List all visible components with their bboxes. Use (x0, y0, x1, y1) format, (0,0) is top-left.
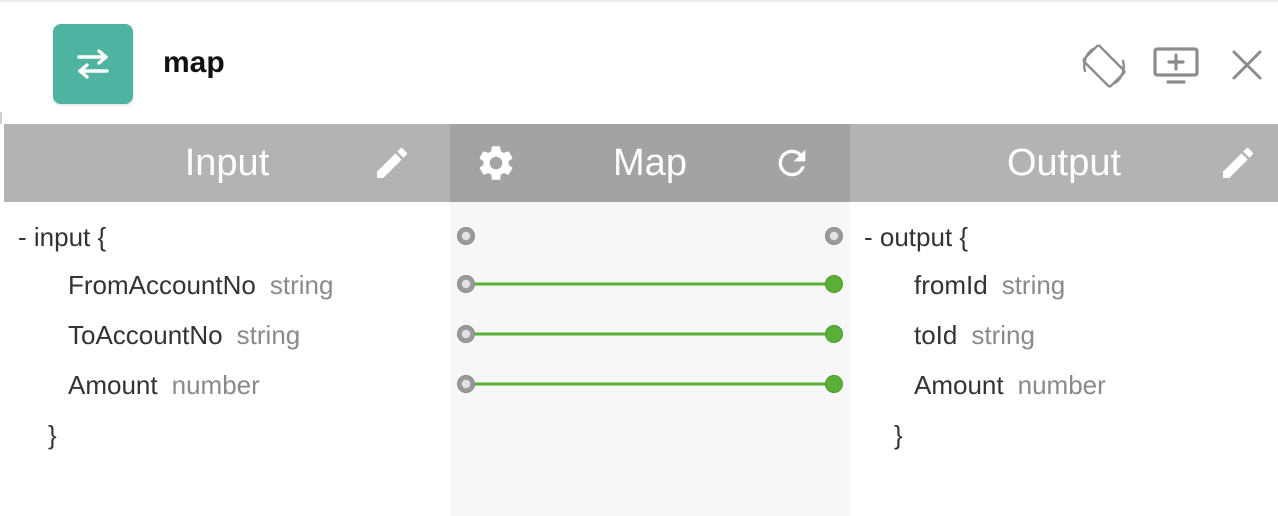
output-field-type: string (1001, 270, 1066, 300)
input-schema-panel: - input { FromAccountNo string ToAccountN… (4, 202, 450, 516)
output-root-open[interactable]: - output { (864, 222, 968, 253)
output-field-row[interactable]: Amount number (914, 370, 1106, 401)
output-field-type: string (971, 320, 1035, 350)
map-column-header: Map (450, 124, 850, 202)
output-column-title: Output (1006, 141, 1122, 184)
input-field-row[interactable]: ToAccountNo string (68, 320, 300, 351)
input-field-name: FromAccountNo (68, 270, 256, 300)
rotate-view-button[interactable] (1078, 40, 1130, 92)
resize-edge (0, 112, 2, 124)
refresh-icon (778, 149, 806, 177)
edit-input-button[interactable] (370, 141, 414, 185)
output-field-name: Amount (914, 370, 1004, 400)
add-screen-button[interactable] (1150, 40, 1202, 92)
input-column-title: Input (184, 141, 270, 184)
input-field-row[interactable]: FromAccountNo string (68, 270, 333, 301)
header-bar: map (0, 2, 1278, 124)
refresh-mapping-button[interactable] (770, 141, 814, 185)
input-field-row[interactable]: Amount number (68, 370, 260, 401)
close-icon (1232, 50, 1262, 80)
mapping-canvas (450, 202, 850, 516)
input-field-type: number (171, 370, 260, 400)
output-schema-panel: - output { fromId string toId string Amoun… (850, 202, 1278, 516)
input-port-center (461, 379, 471, 389)
input-field-name: ToAccountNo (68, 320, 223, 350)
mapping-connections (457, 227, 843, 393)
pencil-icon (1223, 147, 1254, 178)
swap-arrows-icon (53, 24, 133, 104)
output-port[interactable] (825, 375, 843, 393)
output-field-type: number (1017, 370, 1106, 400)
output-root-close: } (894, 420, 903, 450)
gear-icon (479, 146, 513, 180)
input-port-center (461, 329, 471, 339)
output-port[interactable] (825, 325, 843, 343)
input-root-port-center (461, 231, 471, 241)
input-root-open[interactable]: - input { (18, 222, 106, 253)
output-root-port-center (829, 231, 839, 241)
pencil-icon (377, 147, 408, 178)
output-column-header: Output (850, 124, 1278, 202)
map-editor-window: map Input Map Output - input {FromAccou… (0, 0, 1278, 516)
add-screen-icon (1153, 47, 1199, 84)
output-field-name: fromId (914, 270, 988, 300)
map-column-title: Map (613, 141, 687, 184)
output-port[interactable] (825, 275, 843, 293)
screen-rotate-icon (1082, 44, 1126, 88)
close-button[interactable] (1224, 42, 1270, 88)
page-title: map (163, 46, 225, 79)
edit-output-button[interactable] (1216, 141, 1260, 185)
input-field-type: string (269, 270, 334, 300)
input-column-header: Input (4, 124, 450, 202)
output-field-row[interactable]: fromId string (914, 270, 1065, 301)
map-settings-button[interactable] (474, 141, 518, 185)
output-field-row[interactable]: toId string (914, 320, 1035, 351)
input-root-close: } (48, 420, 57, 450)
input-field-name: Amount (68, 370, 158, 400)
input-port-center (461, 279, 471, 289)
output-field-name: toId (914, 320, 958, 350)
input-field-type: string (236, 320, 301, 350)
